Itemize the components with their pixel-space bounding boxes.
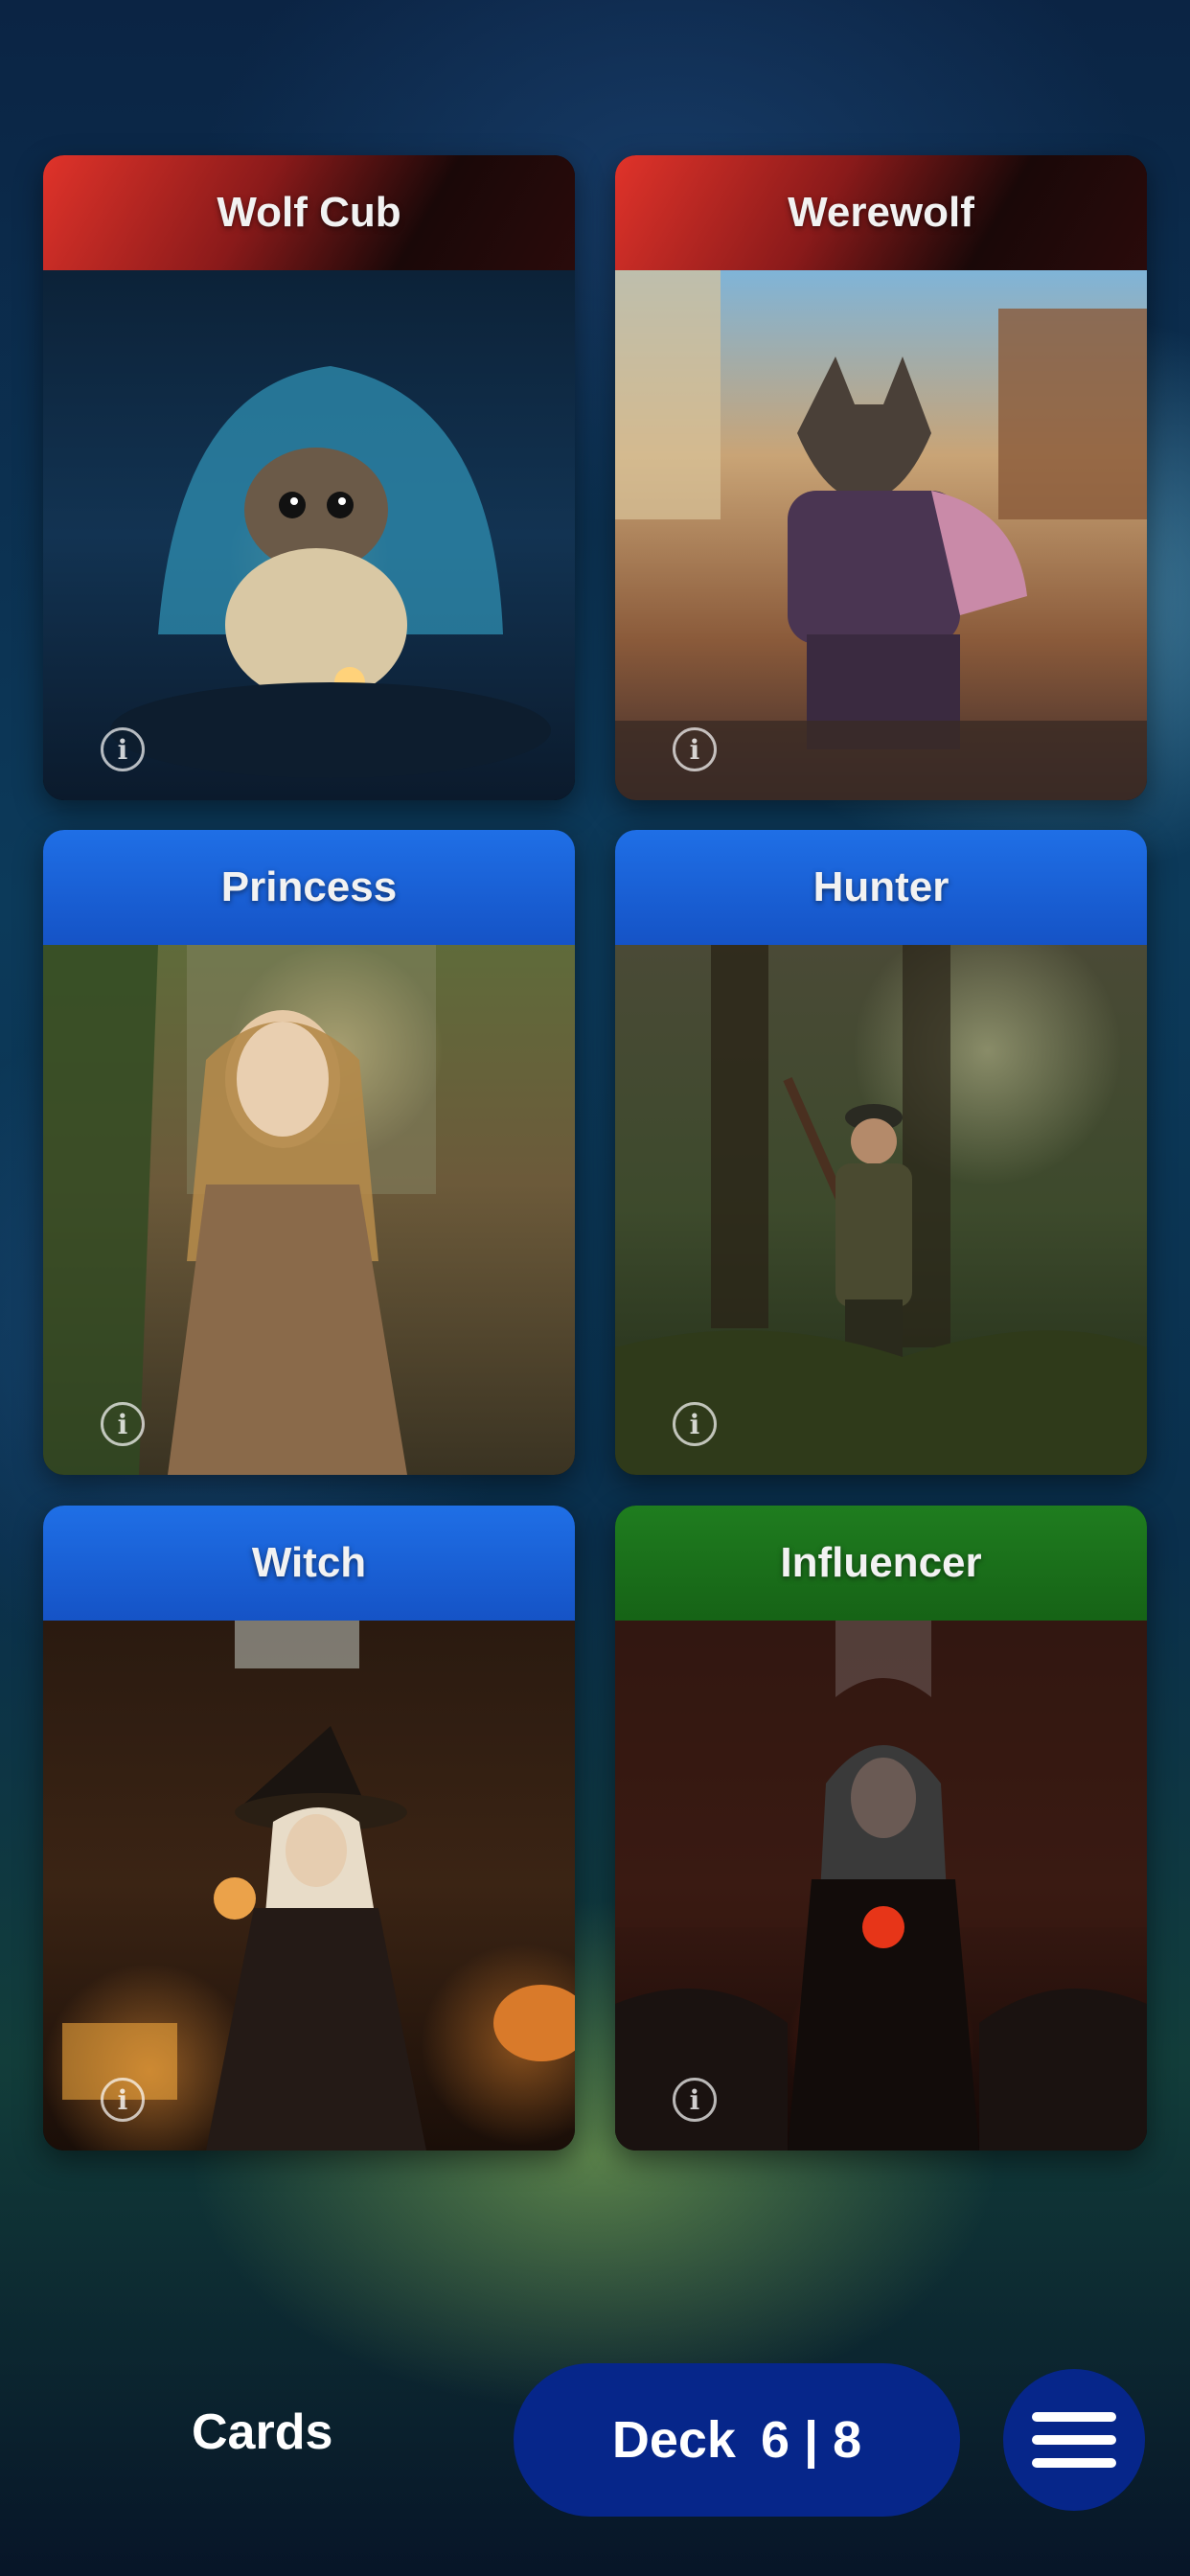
cards-tab[interactable]: Cards: [192, 2404, 332, 2461]
menu-line: [1032, 2412, 1116, 2422]
card-title: Princess: [43, 830, 575, 945]
card-title: Werewolf: [615, 155, 1147, 270]
werewolf-illustration: [615, 270, 1147, 800]
wolf-cub-art: i: [43, 270, 575, 800]
witch-illustration: [62, 1621, 575, 2150]
info-icon[interactable]: i: [673, 2078, 717, 2122]
deck-count: 6 | 8: [760, 2411, 862, 2469]
card-witch[interactable]: Witch i: [43, 1506, 575, 2150]
card-title: Wolf Cub: [43, 155, 575, 270]
info-icon[interactable]: i: [673, 1402, 717, 1446]
wolf-cub-illustration: [110, 366, 551, 778]
werewolf-art: i: [615, 270, 1147, 800]
menu-line: [1032, 2458, 1116, 2468]
influencer-art: i: [615, 1621, 1147, 2150]
info-icon[interactable]: i: [673, 727, 717, 771]
card-princess[interactable]: Princess i: [43, 830, 575, 1475]
card-wolf-cub[interactable]: Wolf Cub i: [43, 155, 575, 800]
card-influencer[interactable]: Influencer i: [615, 1506, 1147, 2150]
bottom-bar: Cards Deck 6 | 8: [0, 2363, 1190, 2517]
card-werewolf[interactable]: Werewolf i: [615, 155, 1147, 800]
card-hunter[interactable]: Hunter i: [615, 830, 1147, 1475]
influencer-illustration: [615, 1621, 1147, 2150]
deck-label: Deck: [611, 2411, 736, 2469]
hunter-illustration: [615, 945, 1147, 1475]
info-icon[interactable]: i: [101, 2078, 145, 2122]
info-icon[interactable]: i: [101, 1402, 145, 1446]
deck-button[interactable]: Deck 6 | 8: [514, 2363, 960, 2517]
info-icon[interactable]: i: [101, 727, 145, 771]
card-title: Influencer: [615, 1506, 1147, 1621]
card-title: Witch: [43, 1506, 575, 1621]
hunter-art: i: [615, 945, 1147, 1475]
princess-art: i: [43, 945, 575, 1475]
princess-illustration: [43, 945, 436, 1475]
card-title: Hunter: [615, 830, 1147, 945]
menu-line: [1032, 2435, 1116, 2445]
witch-art: i: [43, 1621, 575, 2150]
hamburger-menu-icon[interactable]: [1003, 2369, 1145, 2511]
